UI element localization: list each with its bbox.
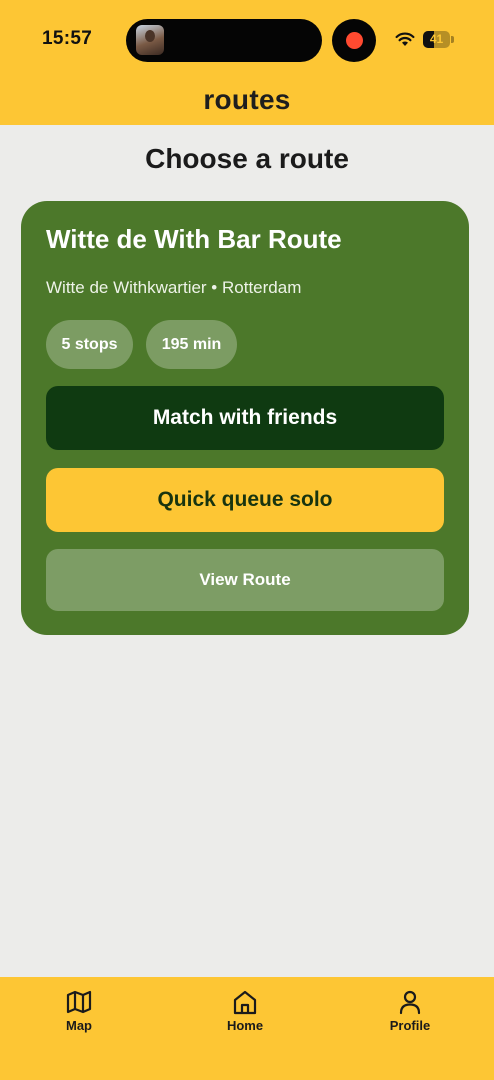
quick-queue-solo-button[interactable]: Quick queue solo [46, 468, 444, 532]
tab-map[interactable]: Map [24, 977, 134, 1047]
dynamic-island [126, 19, 322, 62]
route-name: Witte de With Bar Route [46, 224, 342, 254]
person-icon [399, 990, 421, 1015]
status-time: 15:57 [42, 28, 93, 49]
battery-percentage: 41 [429, 32, 444, 46]
route-location: Witte de Withkwartier • Rotterdam [46, 278, 302, 297]
page-title: Choose a route [145, 143, 349, 174]
top-app-bar: 15:57 41 routes [0, 0, 494, 125]
tab-map-label: Map [66, 1018, 92, 1033]
tab-home[interactable]: Home [190, 977, 300, 1047]
tab-profile[interactable]: Profile [355, 977, 465, 1047]
stops-chip: 5 stops [46, 320, 133, 369]
wifi-icon [395, 32, 415, 46]
map-icon [66, 990, 92, 1014]
media-thumbnail [136, 25, 164, 55]
route-card: Witte de With Bar Route Witte de Withkwa… [21, 201, 469, 635]
view-route-button[interactable]: View Route [46, 549, 444, 611]
duration-chip: 195 min [146, 320, 237, 369]
tab-profile-label: Profile [389, 1018, 431, 1033]
app-title: routes [203, 84, 291, 115]
match-with-friends-button[interactable]: Match with friends [46, 386, 444, 450]
battery-cap [451, 36, 454, 43]
home-icon [233, 990, 257, 1015]
bottom-tab-bar: Map Home Profile [0, 977, 494, 1080]
tab-home-label: Home [226, 1018, 264, 1033]
screen-recording-indicator [332, 19, 376, 62]
battery-icon: 41 [423, 31, 450, 48]
